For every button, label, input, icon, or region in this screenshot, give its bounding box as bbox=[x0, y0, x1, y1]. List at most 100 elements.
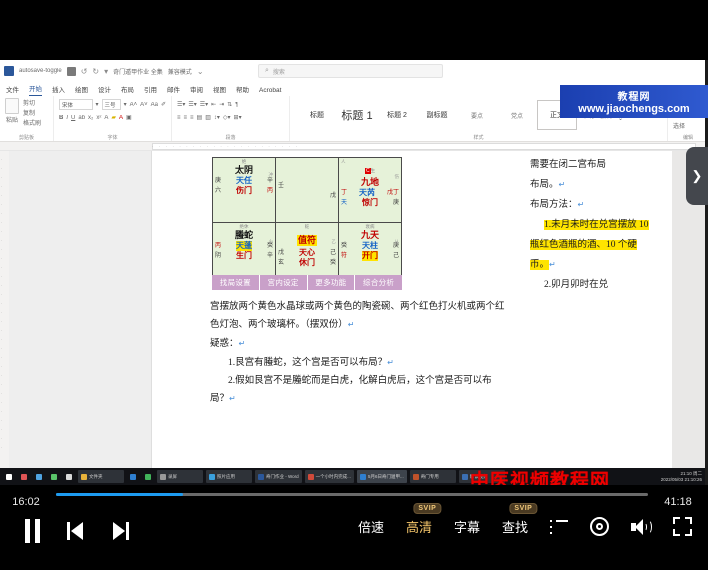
style-biaoti[interactable]: 标题 bbox=[297, 100, 337, 130]
playlist-icon[interactable] bbox=[550, 519, 568, 534]
tab-home[interactable]: 开始 bbox=[29, 83, 42, 96]
taskbar-icon-6[interactable] bbox=[127, 470, 139, 483]
subtitle-button[interactable]: 字幕 bbox=[454, 517, 480, 536]
chevron-down-icon[interactable]: ⌄ bbox=[197, 67, 204, 76]
taskbar-icon-3[interactable] bbox=[48, 470, 60, 483]
taskbar-icon-1[interactable] bbox=[18, 470, 30, 483]
show-marks-icon[interactable]: ¶ bbox=[235, 102, 238, 108]
style-heading-2[interactable]: 标题 2 bbox=[377, 100, 417, 130]
pause-button[interactable] bbox=[24, 519, 41, 543]
underline-button[interactable]: U bbox=[71, 115, 75, 121]
character-border-icon[interactable]: ▣ bbox=[126, 114, 132, 121]
taskbar-app-video[interactable]: 5月6日奇门遁甲... bbox=[356, 470, 407, 483]
customize-quick-access-icon[interactable]: ▾ bbox=[104, 67, 108, 76]
taskbar-folder[interactable]: 文件夹 bbox=[78, 470, 124, 483]
search-button[interactable]: SVIP 查找 bbox=[502, 503, 538, 536]
style-strong[interactable]: 党点 bbox=[497, 100, 537, 130]
tab-layout[interactable]: 布局 bbox=[121, 84, 134, 96]
tab-insert[interactable]: 插入 bbox=[52, 84, 65, 96]
tab-mailings[interactable]: 邮件 bbox=[167, 84, 180, 96]
tab-acrobat[interactable]: Acrobat bbox=[259, 87, 281, 96]
autosave-toggle-label[interactable]: autosave-toggle bbox=[19, 68, 62, 74]
shrink-font-icon[interactable]: A˅ bbox=[140, 102, 148, 108]
qimen-chart-table[interactable]: 绝 太阴 冲 庚 天任 辛 六 伤门 丙 壬 戊 人 C生 九地 伤 丁 天芮 … bbox=[212, 157, 402, 288]
side-panel-toggle[interactable]: ❯ bbox=[686, 147, 708, 205]
numbering-icon[interactable]: ☰▾ bbox=[188, 101, 196, 108]
align-right-icon[interactable]: ≡ bbox=[190, 115, 194, 121]
document-page[interactable]: 绝 太阴 冲 庚 天任 辛 六 伤门 丙 壬 戊 人 C生 九地 伤 丁 天芮 … bbox=[152, 151, 672, 483]
palace-cell-top-right[interactable]: 人 C生 九地 伤 丁 天芮 戊丁 天 惊门 庚 bbox=[338, 157, 402, 223]
save-icon[interactable] bbox=[66, 66, 76, 76]
button-more-features[interactable]: 更多功能 bbox=[307, 275, 356, 290]
taskbar-app-photos[interactable]: 照片应用 bbox=[206, 470, 252, 483]
tab-help[interactable]: 帮助 bbox=[236, 84, 249, 96]
superscript-icon[interactable]: x² bbox=[96, 115, 101, 121]
tab-design[interactable]: 设计 bbox=[98, 84, 111, 96]
select-button[interactable]: 选择 bbox=[673, 121, 685, 130]
video-content-area[interactable]: autosave-toggle ↺ ↻ ▾ 奇门遁甲作业 全集 兼容模式 ⌄ ⌕… bbox=[0, 60, 708, 485]
palace-cell-top-left[interactable]: 绝 太阴 冲 庚 天任 辛 六 伤门 丙 bbox=[212, 157, 276, 223]
justify-icon[interactable]: ▤ bbox=[197, 114, 203, 121]
progress-bar[interactable] bbox=[56, 493, 648, 496]
palace-cell-top-mid[interactable]: 壬 戊 bbox=[275, 157, 339, 223]
align-left-icon[interactable]: ≡ bbox=[177, 115, 181, 121]
speed-button[interactable]: 倍速 bbox=[358, 517, 384, 536]
taskbar-icon-4[interactable] bbox=[63, 470, 75, 483]
borders-icon[interactable]: ⊞▾ bbox=[234, 114, 242, 121]
start-button[interactable] bbox=[3, 470, 15, 483]
italic-button[interactable]: I bbox=[66, 115, 68, 121]
shading-icon[interactable]: ◇▾ bbox=[223, 114, 231, 121]
subscript-icon[interactable]: x₂ bbox=[88, 115, 93, 121]
style-heading-1[interactable]: 标题 1 bbox=[337, 100, 377, 130]
font-size-input[interactable]: 三号 bbox=[101, 99, 121, 110]
line-spacing-icon[interactable]: ↕▾ bbox=[214, 114, 220, 121]
font-name-chevron-icon[interactable]: ▾ bbox=[96, 101, 99, 108]
taskbar-app-recorder[interactable]: 录屏 bbox=[157, 470, 203, 483]
button-find-layout[interactable]: 找局设置 bbox=[212, 275, 260, 290]
bullets-icon[interactable]: ☰▾ bbox=[177, 101, 185, 108]
sort-icon[interactable]: ⇅ bbox=[227, 101, 232, 108]
volume-icon[interactable] bbox=[631, 518, 652, 536]
document-body-text[interactable]: 宫摆放两个黄色水晶球或两个黄色的陶瓷碗、两个红色打火机或两个红色灯泡、两个玻璃杯… bbox=[210, 299, 510, 409]
clear-formatting-icon[interactable]: ✐ bbox=[161, 101, 166, 108]
format-painter-button[interactable]: 格式刷 bbox=[23, 118, 41, 127]
tab-draw[interactable]: 绘图 bbox=[75, 84, 88, 96]
taskbar-app-browser[interactable]: 一个小时内完成... bbox=[304, 470, 354, 483]
search-box[interactable]: ⌕ 搜索 bbox=[258, 64, 443, 78]
font-name-input[interactable]: 宋体 bbox=[59, 99, 93, 110]
increase-indent-icon[interactable]: ⇥ bbox=[219, 101, 224, 108]
tab-file[interactable]: 文件 bbox=[6, 84, 19, 96]
copy-button[interactable]: 复制 bbox=[23, 108, 41, 117]
change-case-icon[interactable]: Aa bbox=[151, 102, 158, 108]
multilevel-list-icon[interactable]: ☰▾ bbox=[200, 101, 208, 108]
bold-button[interactable]: B bbox=[59, 115, 63, 121]
align-center-icon[interactable]: ≡ bbox=[184, 115, 188, 121]
document-work-area[interactable]: · · · · · · · · · · · · · · · · · · · · · · · · · · · · · · · · · 绝 太阴 冲… bbox=[0, 151, 708, 483]
taskbar-app-word[interactable]: 奇门作业 - Word bbox=[255, 470, 302, 483]
distributed-icon[interactable]: ▥ bbox=[205, 114, 211, 121]
document-right-column[interactable]: 需要在闭二宫布局 布局。↵ 布局方法：↵ 1.未月未时在兑宫摆放 10 瓶红色酒… bbox=[530, 155, 654, 295]
quality-button[interactable]: SVIP 高清 bbox=[406, 503, 442, 536]
style-emphasis[interactable]: 要点 bbox=[457, 100, 497, 130]
font-size-chevron-icon[interactable]: ▾ bbox=[124, 101, 127, 108]
previous-button[interactable] bbox=[67, 521, 85, 541]
tab-view[interactable]: 视图 bbox=[213, 84, 226, 96]
paste-icon[interactable] bbox=[5, 98, 19, 114]
font-color-icon[interactable]: A bbox=[119, 115, 123, 121]
navigation-pane[interactable] bbox=[9, 151, 152, 483]
tab-review[interactable]: 审阅 bbox=[190, 84, 203, 96]
video-player-controls[interactable]: 16:02 41:18 倍速 SVIP 高清 字幕 SVIP 查找 bbox=[0, 485, 708, 570]
taskbar-icon-2[interactable] bbox=[33, 470, 45, 483]
cut-button[interactable]: 剪切 bbox=[23, 98, 41, 107]
taskbar-app-qimen[interactable]: 奇门专用 bbox=[409, 470, 456, 483]
redo-icon[interactable]: ↻ bbox=[92, 67, 99, 76]
undo-icon[interactable]: ↺ bbox=[81, 67, 88, 76]
style-subtitle[interactable]: 副标题 bbox=[417, 100, 457, 130]
highlight-color-icon[interactable]: ▰ bbox=[111, 114, 116, 121]
next-button[interactable] bbox=[111, 521, 129, 541]
strikethrough-icon[interactable]: ab bbox=[78, 115, 85, 121]
decrease-indent-icon[interactable]: ⇤ bbox=[211, 101, 216, 108]
grow-font-icon[interactable]: A˄ bbox=[130, 102, 138, 108]
horizontal-ruler[interactable]: · · · · · · · · · · · · · · · · · · · · … bbox=[0, 142, 708, 151]
qimen-button-bar[interactable]: 找局设置 宫内设定 更多功能 综合分析 bbox=[212, 275, 402, 290]
